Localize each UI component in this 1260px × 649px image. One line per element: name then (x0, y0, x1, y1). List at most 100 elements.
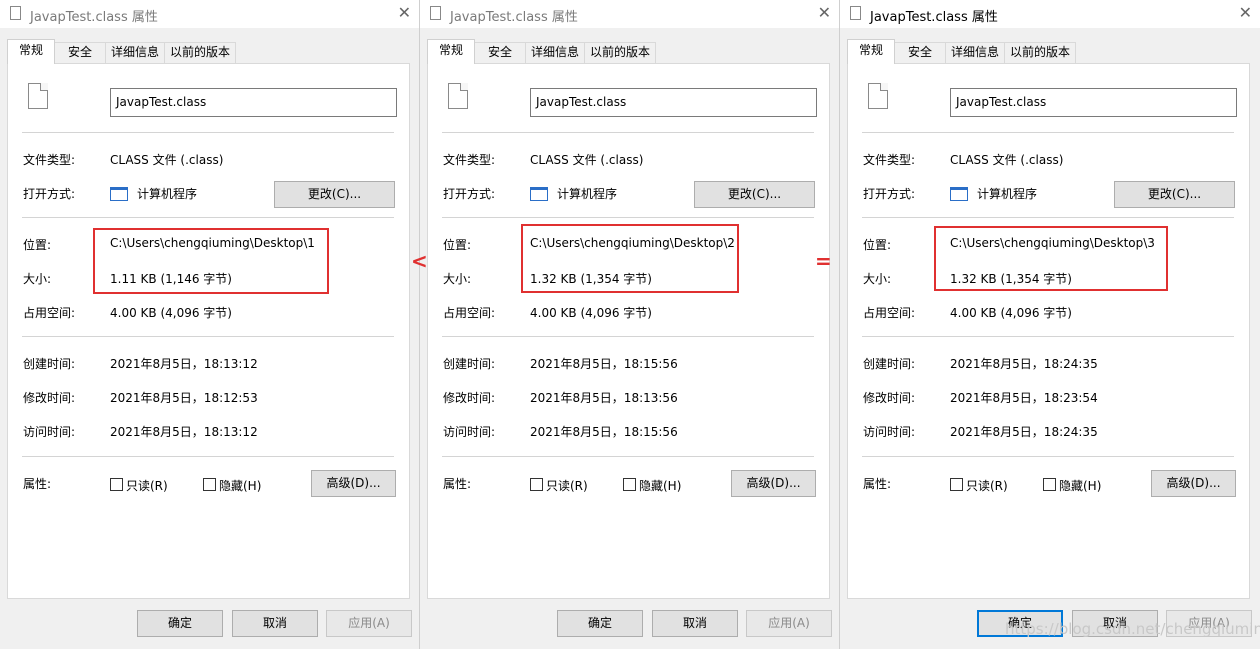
general-panel: JavapTest.class 文件类型: CLASS 文件 (.class) … (847, 63, 1250, 599)
document-icon (448, 83, 468, 109)
location-label: 位置: (23, 238, 52, 252)
accessed-label: 访问时间: (443, 425, 496, 439)
created-value: 2021年8月5日，18:13:12 (110, 357, 258, 371)
close-icon[interactable]: ✕ (398, 3, 411, 23)
readonly-checkbox[interactable] (530, 478, 543, 491)
tab-security[interactable]: 安全 (894, 42, 946, 63)
tab-previous-versions[interactable]: 以前的版本 (164, 42, 236, 63)
close-icon[interactable]: ✕ (818, 3, 831, 23)
tab-security[interactable]: 安全 (54, 42, 106, 63)
tab-details[interactable]: 详细信息 (945, 42, 1005, 63)
window-title: JavapTest.class 属性 (450, 10, 578, 25)
modified-label: 修改时间: (443, 391, 496, 405)
divider (862, 336, 1234, 337)
equals-annotation: = (815, 249, 832, 273)
tab-details[interactable]: 详细信息 (525, 42, 585, 63)
change-button[interactable]: 更改(C)... (694, 181, 815, 208)
document-icon (28, 83, 48, 109)
open-with-label: 打开方式: (863, 187, 916, 201)
size-on-disk-value: 4.00 KB (4,096 字节) (950, 306, 1072, 320)
readonly-label: 只读(R) (546, 479, 588, 493)
open-with-label: 打开方式: (23, 187, 76, 201)
advanced-button[interactable]: 高级(D)... (731, 470, 816, 497)
tab-previous-versions[interactable]: 以前的版本 (1004, 42, 1076, 63)
attributes-label: 属性: (443, 477, 472, 491)
highlight-box (934, 226, 1168, 291)
divider (862, 217, 1234, 218)
hidden-label: 隐藏(H) (219, 479, 262, 493)
properties-window-3: JavapTest.class 属性 ✕ 常规 安全 详细信息 以前的版本 Ja… (840, 0, 1260, 649)
accessed-label: 访问时间: (23, 425, 76, 439)
hidden-label: 隐藏(H) (1059, 479, 1102, 493)
cancel-button[interactable]: 取消 (232, 610, 318, 637)
program-icon (110, 187, 128, 201)
accessed-label: 访问时间: (863, 425, 916, 439)
tab-security[interactable]: 安全 (474, 42, 526, 63)
size-on-disk-value: 4.00 KB (4,096 字节) (110, 306, 232, 320)
readonly-label: 只读(R) (966, 479, 1008, 493)
ok-button[interactable]: 确定 (137, 610, 223, 637)
hidden-checkbox[interactable] (623, 478, 636, 491)
hidden-label: 隐藏(H) (639, 479, 682, 493)
tab-general[interactable]: 常规 (427, 39, 475, 64)
filename-input[interactable]: JavapTest.class (530, 88, 817, 117)
divider (442, 456, 814, 457)
size-label: 大小: (23, 272, 52, 286)
modified-label: 修改时间: (863, 391, 916, 405)
size-label: 大小: (443, 272, 472, 286)
created-value: 2021年8月5日，18:24:35 (950, 357, 1098, 371)
divider (862, 132, 1234, 133)
divider (22, 336, 394, 337)
properties-window-1: JavapTest.class 属性 ✕ 常规 安全 详细信息 以前的版本 Ja… (0, 0, 420, 649)
file-icon (850, 6, 861, 20)
readonly-checkbox[interactable] (110, 478, 123, 491)
hidden-checkbox[interactable] (1043, 478, 1056, 491)
general-panel: JavapTest.class 文件类型: CLASS 文件 (.class) … (7, 63, 410, 599)
apply-button[interactable]: 应用(A) (746, 610, 832, 637)
file-type-label: 文件类型: (863, 153, 916, 167)
modified-value: 2021年8月5日，18:12:53 (110, 391, 258, 405)
accessed-value: 2021年8月5日，18:15:56 (530, 425, 678, 439)
created-label: 创建时间: (443, 357, 496, 371)
change-button[interactable]: 更改(C)... (1114, 181, 1235, 208)
hidden-checkbox[interactable] (203, 478, 216, 491)
accessed-value: 2021年8月5日，18:24:35 (950, 425, 1098, 439)
ok-button[interactable]: 确定 (557, 610, 643, 637)
program-icon (530, 187, 548, 201)
close-icon[interactable]: ✕ (1239, 3, 1252, 23)
size-on-disk-label: 占用空间: (443, 306, 496, 320)
file-type-label: 文件类型: (443, 153, 496, 167)
filename-input[interactable]: JavapTest.class (950, 88, 1237, 117)
title-bar: JavapTest.class 属性 ✕ (0, 0, 419, 28)
created-label: 创建时间: (23, 357, 76, 371)
size-label: 大小: (863, 272, 892, 286)
file-type-label: 文件类型: (23, 153, 76, 167)
tab-previous-versions[interactable]: 以前的版本 (584, 42, 656, 63)
location-label: 位置: (443, 238, 472, 252)
tab-general[interactable]: 常规 (7, 39, 55, 64)
advanced-button[interactable]: 高级(D)... (1151, 470, 1236, 497)
readonly-checkbox[interactable] (950, 478, 963, 491)
apply-button[interactable]: 应用(A) (326, 610, 412, 637)
divider (442, 336, 814, 337)
filename-input[interactable]: JavapTest.class (110, 88, 397, 117)
general-panel: JavapTest.class 文件类型: CLASS 文件 (.class) … (427, 63, 830, 599)
file-type-value: CLASS 文件 (.class) (950, 153, 1064, 167)
tab-details[interactable]: 详细信息 (105, 42, 165, 63)
divider (442, 132, 814, 133)
attributes-label: 属性: (863, 477, 892, 491)
properties-window-2: JavapTest.class 属性 ✕ 常规 安全 详细信息 以前的版本 Ja… (420, 0, 840, 649)
open-with-label: 打开方式: (443, 187, 496, 201)
change-button[interactable]: 更改(C)... (274, 181, 395, 208)
less-than-annotation: < (411, 249, 428, 273)
file-type-value: CLASS 文件 (.class) (530, 153, 644, 167)
created-value: 2021年8月5日，18:15:56 (530, 357, 678, 371)
modified-value: 2021年8月5日，18:13:56 (530, 391, 678, 405)
open-with-value: 计算机程序 (137, 187, 198, 201)
divider (862, 456, 1234, 457)
highlight-box (93, 228, 329, 294)
cancel-button[interactable]: 取消 (652, 610, 738, 637)
size-on-disk-value: 4.00 KB (4,096 字节) (530, 306, 652, 320)
advanced-button[interactable]: 高级(D)... (311, 470, 396, 497)
tab-general[interactable]: 常规 (847, 39, 895, 64)
